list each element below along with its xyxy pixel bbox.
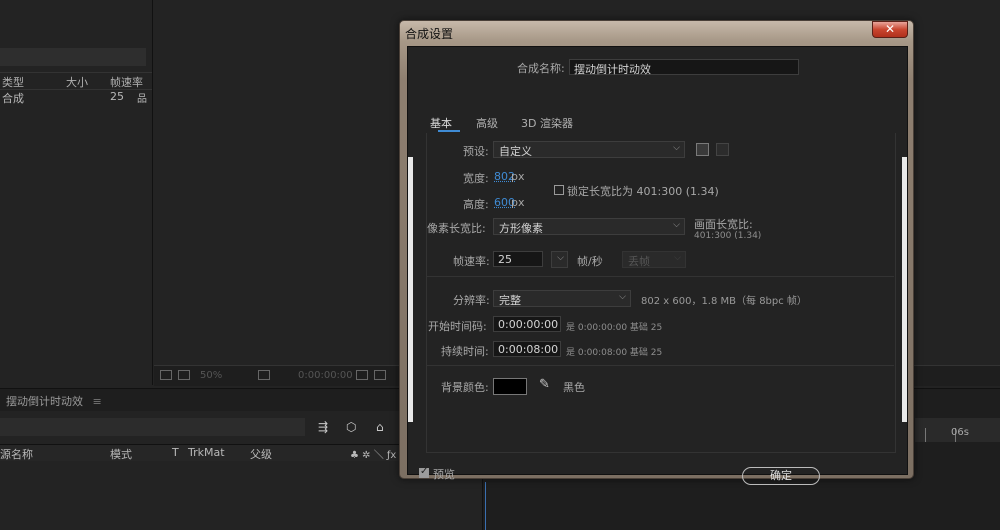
timeline-tab[interactable]: 摆动倒计时动效 ≡	[6, 393, 102, 409]
close-button[interactable]: ✕	[872, 21, 908, 38]
preset-label: 预设:	[463, 145, 489, 158]
current-time-indicator[interactable]	[485, 482, 486, 530]
start-timecode-input[interactable]: 0:00:00:00	[493, 316, 561, 332]
column-source-name[interactable]: 源名称	[0, 446, 33, 462]
pixel-aspect-value: 方形像素	[499, 222, 543, 235]
fps-label: 帧速率:	[453, 255, 490, 268]
chevron-down-icon: ⌵	[673, 143, 680, 153]
tab-3d-renderer[interactable]: 3D 渲染器	[521, 115, 573, 131]
fps-input[interactable]: 25	[493, 251, 543, 267]
fps-dropdown[interactable]: ⌵	[551, 251, 568, 268]
column-fps[interactable]: 帧速率	[110, 74, 143, 90]
pixel-aspect-select[interactable]: 方形像素 ⌵	[493, 218, 685, 235]
height-unit: px	[511, 196, 525, 209]
panel-menu-icon[interactable]: ≡	[93, 395, 102, 408]
lock-aspect-label[interactable]: 锁定长宽比为 401:300 (1.34)	[567, 183, 719, 199]
drop-frame-value: 丢帧	[628, 255, 650, 268]
start-timecode-info: 是 0:00:00:00 基础 25	[566, 323, 663, 333]
delete-preset-icon[interactable]	[716, 143, 729, 156]
fps-unit: 帧/秒	[577, 255, 603, 268]
bg-color-swatch[interactable]	[493, 378, 527, 395]
chevron-down-icon: ⌵	[619, 292, 626, 302]
ruler-tick	[925, 428, 926, 442]
chevron-down-icon: ⌵	[557, 253, 564, 263]
tab-advanced[interactable]: 高级	[476, 115, 498, 131]
preview-checkbox[interactable]	[419, 466, 429, 478]
frame-aspect-label: 画面长宽比:	[694, 218, 753, 231]
dialog-content: 合成名称: 摆动倒计时动效 基本 高级 3D 渲染器 预设: 自定义 ⌵ 宽度:…	[407, 46, 908, 485]
comp-mini-flowchart-icon[interactable]: ⇶	[318, 420, 328, 434]
resolution-info: 802 x 600，1.8 MB（每 8bpc 帧）	[641, 296, 807, 307]
timeline-tab-label: 摆动倒计时动效	[6, 395, 83, 408]
monitor-icon[interactable]	[178, 370, 190, 380]
column-size[interactable]: 大小	[66, 74, 88, 90]
project-search-field[interactable]	[0, 48, 146, 66]
chevron-down-icon: ⌵	[674, 253, 681, 263]
start-timecode-label: 开始时间码:	[428, 320, 487, 333]
width-unit: px	[511, 170, 525, 183]
timeline-search-field[interactable]	[0, 418, 305, 436]
ruler-label: 06s	[951, 427, 969, 438]
item-type: 合成	[2, 92, 24, 105]
duration-info: 是 0:00:08:00 基础 25	[566, 348, 663, 358]
divider	[426, 365, 894, 366]
pixel-aspect-label: 像素长宽比:	[427, 222, 486, 235]
zoom-select[interactable]: 50%	[200, 370, 222, 381]
composition-settings-dialog: 合成设置 ✕ 合成名称: 摆动倒计时动效 基本 高级 3D 渲染器 预设: 自定…	[399, 20, 914, 485]
ok-button[interactable]: 确定	[742, 467, 820, 485]
eyedropper-icon[interactable]: ✎	[539, 377, 550, 392]
drop-frame-select: 丢帧 ⌵	[622, 251, 686, 268]
column-trkmat[interactable]: TrkMat	[188, 446, 225, 459]
viewer-timecode[interactable]: 0:00:00:00	[298, 370, 353, 381]
left-frame-strip	[408, 157, 413, 422]
safe-zones-icon[interactable]	[258, 370, 270, 380]
divider	[426, 276, 894, 277]
bg-color-name: 黑色	[563, 381, 585, 394]
resolution-value: 完整	[499, 294, 521, 307]
duration-label: 持续时间:	[441, 345, 489, 358]
preset-select[interactable]: 自定义 ⌵	[493, 141, 685, 158]
always-preview-icon[interactable]	[160, 370, 172, 380]
comp-name-label: 合成名称:	[517, 62, 565, 75]
width-label: 宽度:	[463, 172, 489, 185]
right-frame-strip	[902, 157, 907, 422]
show-channel-icon[interactable]	[374, 370, 386, 380]
shy-layers-icon[interactable]: ⌂	[376, 420, 384, 434]
item-fps: 25	[110, 90, 124, 103]
frame-aspect-value: 401:300 (1.34)	[694, 231, 762, 241]
snapshot-icon[interactable]	[356, 370, 368, 380]
resolution-label: 分辨率:	[453, 294, 490, 307]
resolution-select[interactable]: 完整 ⌵	[493, 290, 631, 307]
preset-value: 自定义	[499, 145, 532, 158]
duration-input[interactable]: 0:00:08:00	[493, 341, 561, 357]
column-type[interactable]: 类型	[2, 74, 24, 90]
switches-icon[interactable]: ♣ ✲ ＼ ƒx	[350, 446, 396, 461]
project-item-row[interactable]: 合成 25 品	[0, 90, 152, 105]
dialog-title: 合成设置	[405, 27, 454, 41]
flowchart-icon[interactable]: 品	[137, 90, 147, 105]
lock-aspect-checkbox[interactable]	[554, 185, 564, 195]
time-ruler[interactable]: 06s	[915, 418, 1000, 442]
chevron-down-icon: ⌵	[673, 220, 680, 230]
draft-3d-icon[interactable]: ⬡	[346, 420, 356, 434]
bg-color-label: 背景颜色:	[441, 381, 489, 394]
tab-basic[interactable]: 基本	[430, 115, 452, 131]
active-tab-indicator	[438, 130, 460, 132]
column-t[interactable]: T	[172, 446, 179, 459]
comp-name-input[interactable]: 摆动倒计时动效	[569, 59, 799, 76]
project-column-header: 类型 大小 帧速率	[0, 72, 152, 90]
height-label: 高度:	[463, 198, 489, 211]
column-mode[interactable]: 模式	[110, 446, 132, 462]
save-preset-icon[interactable]	[696, 143, 709, 156]
preview-label[interactable]: 预览	[433, 466, 455, 482]
column-parent[interactable]: 父级	[250, 446, 272, 462]
